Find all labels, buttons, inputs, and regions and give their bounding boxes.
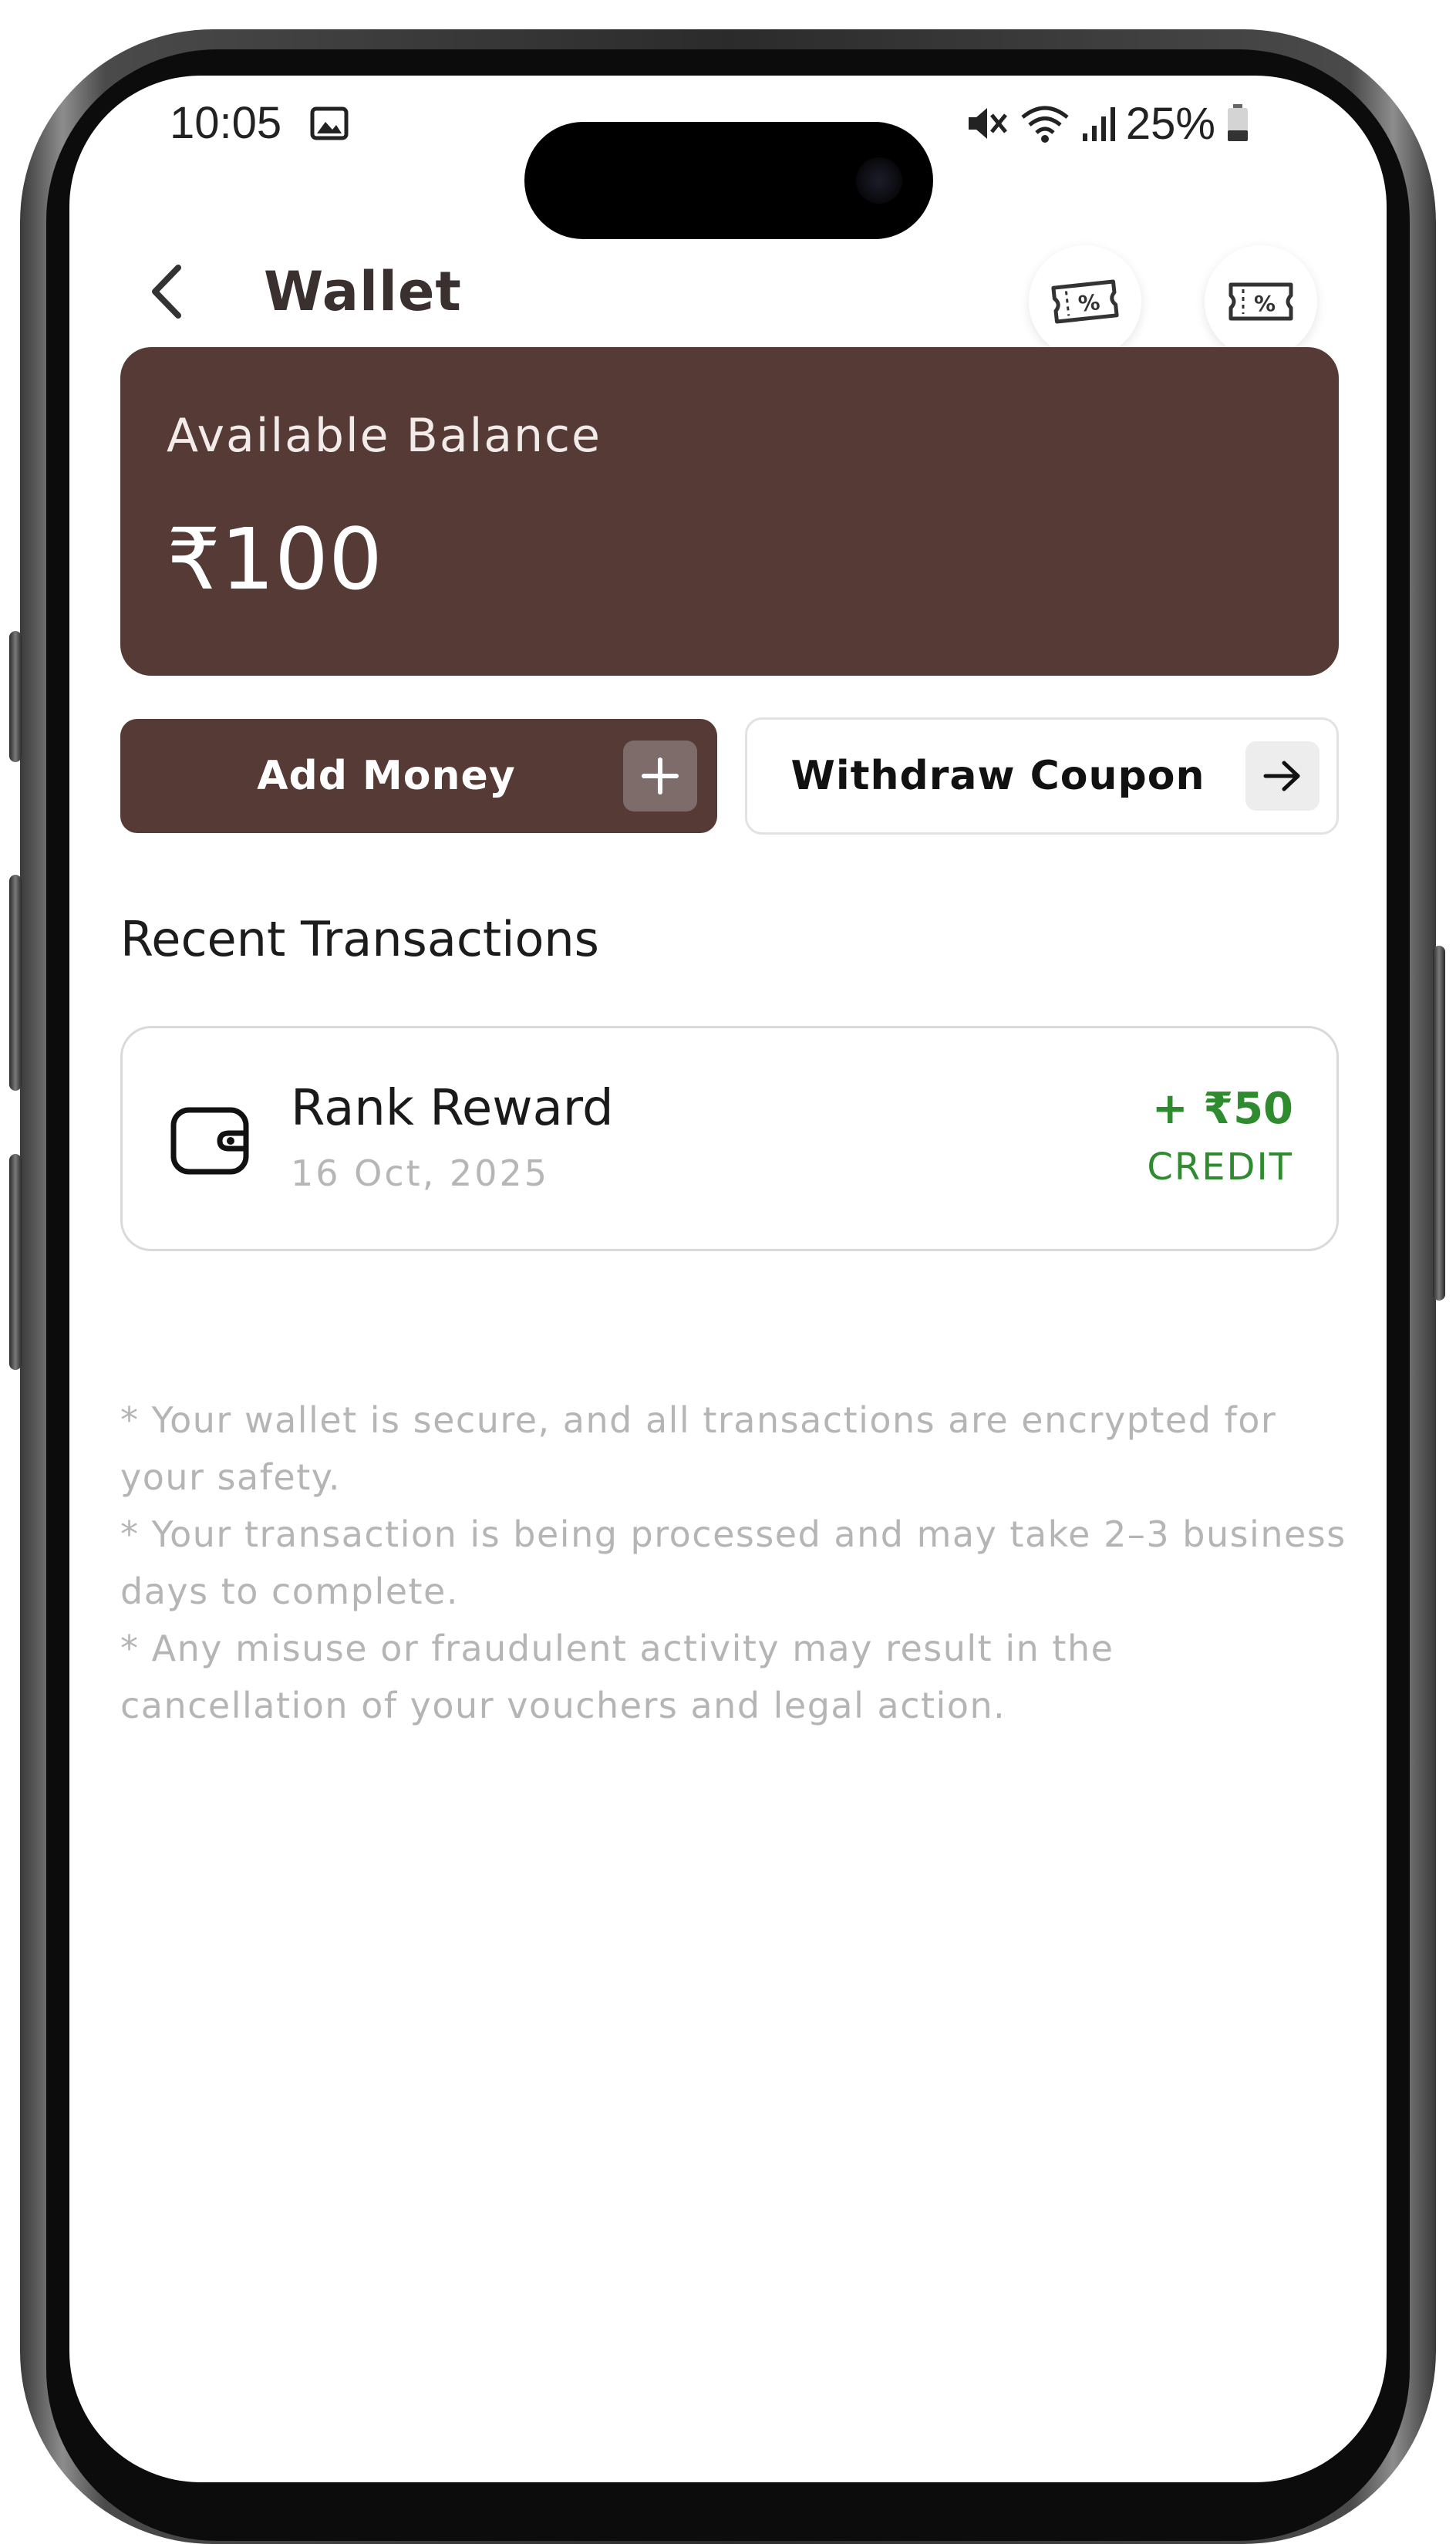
coupon-button-1[interactable]: % — [1029, 245, 1141, 358]
coupon-button-2[interactable]: % — [1205, 245, 1317, 358]
status-time: 10:05 — [170, 98, 282, 148]
arrow-right-icon — [1245, 741, 1320, 811]
coupon-ticket-icon: % — [1228, 282, 1293, 321]
coupon-ticket-icon: % — [1051, 279, 1119, 324]
signal-icon — [1082, 107, 1115, 141]
volume-up-side-button — [9, 875, 22, 1091]
note-misuse: * Any misuse or fraudulent activity may … — [120, 1628, 1114, 1726]
note-processing: * Your transaction is being processed an… — [120, 1513, 1346, 1612]
wifi-icon — [1021, 106, 1069, 143]
transaction-amount: + ₹50 — [1151, 1084, 1293, 1134]
volume-down-side-button — [9, 1154, 22, 1370]
back-button[interactable] — [136, 261, 197, 322]
battery-percent: 25% — [1125, 98, 1215, 149]
battery-icon — [1228, 104, 1248, 141]
app-screen: 10:05 25% Wallet % % Available Balance ₹… — [69, 76, 1387, 2482]
balance-amount: ₹100 — [167, 510, 383, 609]
front-camera — [856, 157, 902, 204]
wallet-icon — [170, 1107, 249, 1175]
balance-card: Available Balance ₹100 — [120, 347, 1339, 676]
top-app-bar: Wallet % % — [69, 230, 1387, 358]
mute-icon — [968, 108, 1007, 139]
note-security: * Your wallet is secure, and all transac… — [120, 1399, 1277, 1498]
balance-label: Available Balance — [167, 409, 602, 463]
withdraw-coupon-button[interactable]: Withdraw Coupon — [745, 717, 1339, 835]
recent-transactions-heading: Recent Transactions — [120, 911, 599, 967]
add-money-label: Add Money — [257, 753, 516, 799]
chevron-left-icon — [152, 265, 181, 319]
transaction-item[interactable]: Rank Reward 16 Oct, 2025 + ₹50 CREDIT — [120, 1026, 1339, 1251]
page-title: Wallet — [264, 260, 462, 323]
status-right-group: 25% — [966, 93, 1249, 154]
add-money-button[interactable]: Add Money — [120, 719, 717, 833]
wallet-notes: * Your wallet is secure, and all transac… — [120, 1392, 1354, 1734]
action-side-button — [9, 631, 22, 762]
withdraw-coupon-label: Withdraw Coupon — [790, 753, 1205, 799]
svg-text:%: % — [1077, 289, 1101, 317]
transaction-type-badge: CREDIT — [1147, 1145, 1293, 1189]
svg-text:%: % — [1254, 291, 1276, 316]
power-side-button — [1433, 946, 1445, 1301]
status-bar: 10:05 25% — [69, 93, 1387, 154]
plus-icon — [623, 741, 697, 811]
transaction-name: Rank Reward — [291, 1080, 614, 1137]
image-notification-icon — [310, 106, 349, 140]
transaction-date: 16 Oct, 2025 — [291, 1152, 549, 1194]
